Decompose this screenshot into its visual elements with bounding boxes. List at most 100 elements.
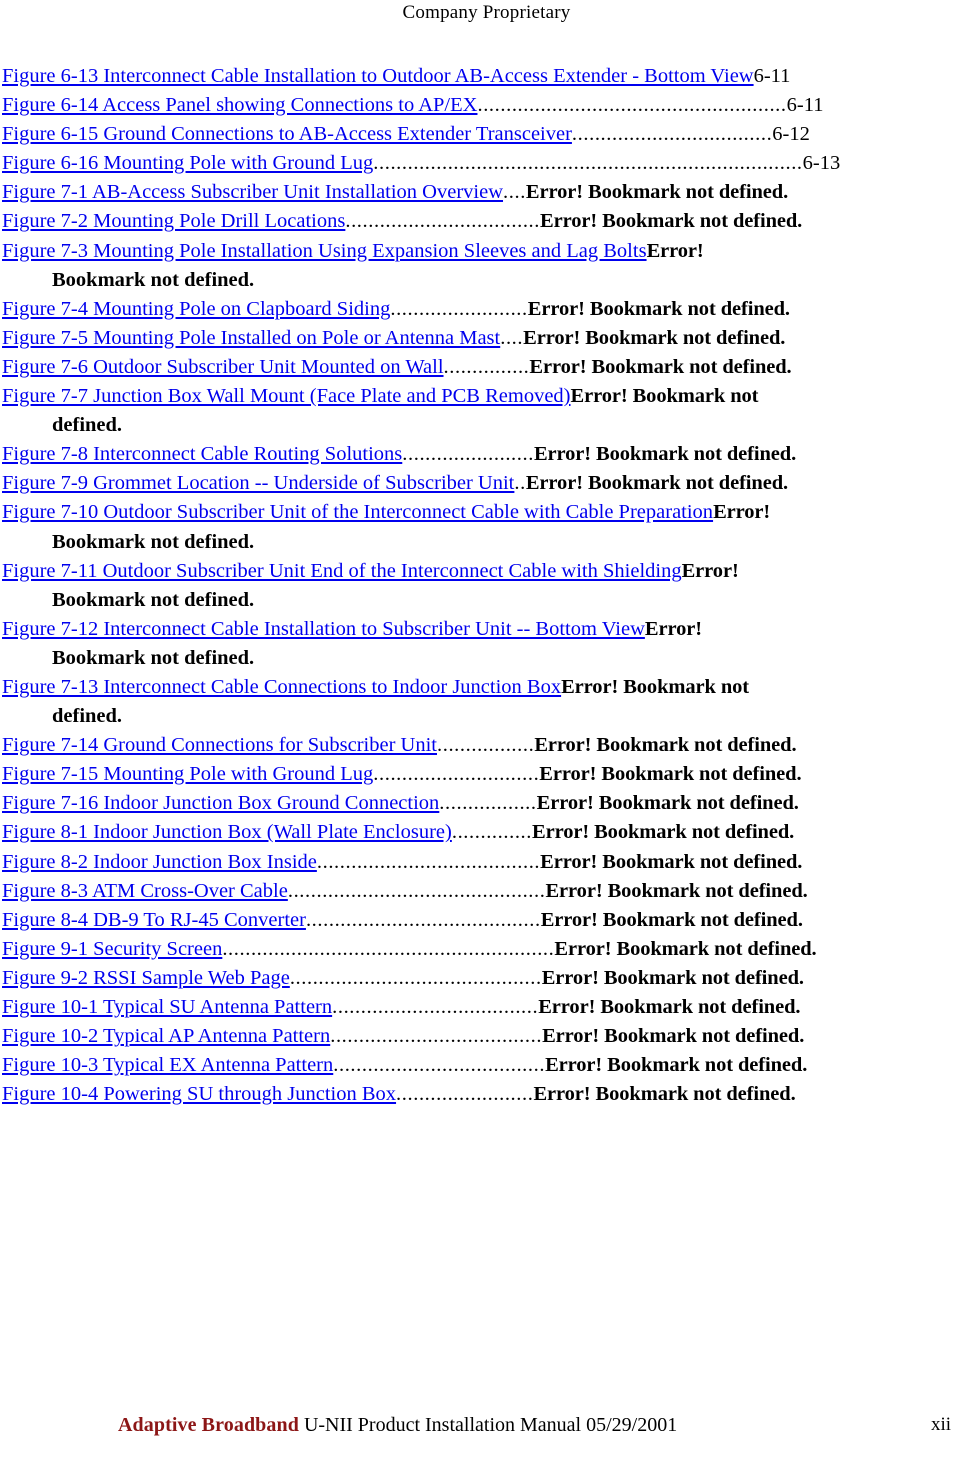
tof-dot-leader: ..................................: [345, 210, 541, 233]
tof-entry: Figure 7-1 AB-Access Subscriber Unit Ins…: [0, 178, 971, 207]
tof-entry: Figure 10-1 Typical SU Antenna Pattern..…: [0, 993, 971, 1022]
tof-entry: Figure 6-15 Ground Connections to AB-Acc…: [0, 120, 971, 149]
page-header: Company Proprietary: [402, 2, 571, 23]
tof-dot-leader: .......................: [402, 443, 534, 466]
tof-figure-link[interactable]: Figure 10-1 Typical SU Antenna Pattern: [2, 996, 332, 1018]
tof-figure-link[interactable]: Figure 7-4 Mounting Pole on Clapboard Si…: [2, 298, 390, 320]
tof-dot-leader: ...................................: [571, 123, 773, 146]
tof-entry: Figure 7-9 Grommet Location -- Underside…: [0, 469, 971, 498]
tof-figure-link[interactable]: Figure 8-4 DB-9 To RJ-45 Converter: [2, 909, 306, 931]
tof-error-text: Error!: [644, 617, 702, 640]
tof-entry: Figure 7-13 Interconnect Cable Connectio…: [0, 673, 971, 731]
tof-error-text: Error! Bookmark not defined.: [523, 326, 786, 349]
tof-figure-link[interactable]: Figure 6-14 Access Panel showing Connect…: [2, 94, 477, 116]
tof-error-text: Error! Bookmark not defined.: [536, 792, 799, 815]
tof-dot-leader: ........................................…: [477, 94, 787, 117]
tof-figure-link[interactable]: Figure 7-16 Indoor Junction Box Ground C…: [2, 792, 439, 814]
tof-entry: Figure 10-4 Powering SU through Junction…: [0, 1080, 971, 1109]
tof-figure-link[interactable]: Figure 7-9 Grommet Location -- Underside…: [2, 472, 514, 494]
tof-error-continuation: Bookmark not defined.: [52, 530, 255, 553]
tof-figure-link[interactable]: Figure 10-2 Typical AP Antenna Pattern: [2, 1025, 330, 1047]
tof-figure-link[interactable]: Figure 7-2 Mounting Pole Drill Locations: [2, 210, 345, 232]
tof-entry: Figure 7-5 Mounting Pole Installed on Po…: [0, 324, 971, 353]
tof-entry: Figure 10-2 Typical AP Antenna Pattern..…: [0, 1022, 971, 1051]
tof-error-continuation: defined.: [52, 705, 123, 728]
tof-entry: Figure 7-10 Outdoor Subscriber Unit of t…: [0, 498, 971, 556]
tof-error-text: Error! Bookmark not: [570, 385, 759, 408]
tof-dot-leader: ........................: [396, 1083, 534, 1106]
tof-figure-link[interactable]: Figure 10-3 Typical EX Antenna Pattern: [2, 1054, 333, 1076]
tof-entry: Figure 7-4 Mounting Pole on Clapboard Si…: [0, 295, 971, 324]
tof-figure-link[interactable]: Figure 6-13 Interconnect Cable Installat…: [2, 65, 754, 87]
tof-error-text: Error! Bookmark not defined.: [541, 966, 804, 989]
tof-figure-link[interactable]: Figure 7-13 Interconnect Cable Connectio…: [2, 676, 561, 698]
tof-dot-leader: .............................: [373, 763, 540, 786]
tof-error-text: Error! Bookmark not defined.: [533, 1083, 796, 1106]
tof-figure-link[interactable]: Figure 7-7 Junction Box Wall Mount (Face…: [2, 385, 571, 407]
tof-entry: Figure 7-8 Interconnect Cable Routing So…: [0, 440, 971, 469]
tof-figure-link[interactable]: Figure 8-3 ATM Cross-Over Cable: [2, 880, 288, 902]
tof-error-continuation: Bookmark not defined.: [52, 646, 255, 669]
tof-dot-leader: ...............: [443, 355, 530, 378]
tof-page-number: 6-12: [772, 123, 810, 146]
tof-error-text: Error! Bookmark not defined.: [538, 996, 801, 1018]
tof-error-text: Error! Bookmark not defined.: [554, 937, 817, 960]
tof-figure-link[interactable]: Figure 7-14 Ground Connections for Subsc…: [2, 734, 437, 756]
tof-error-text: Error! Bookmark not defined.: [534, 734, 797, 757]
document-page: Company Proprietary Figure 6-13 Intercon…: [0, 0, 973, 1465]
tof-dot-leader: .................: [437, 734, 535, 757]
tof-figure-link[interactable]: Figure 10-4 Powering SU through Junction…: [2, 1083, 396, 1105]
tof-figure-link[interactable]: Figure 9-1 Security Screen: [2, 938, 222, 960]
tof-dot-leader: .....................................: [333, 1054, 546, 1077]
tof-dot-leader: ....................................: [332, 996, 539, 1018]
footer-left-block: Adaptive Broadband U-NII Product Install…: [118, 1412, 677, 1438]
tof-entry: Figure 7-7 Junction Box Wall Mount (Face…: [0, 382, 971, 440]
page-number: xii: [930, 1414, 951, 1435]
tof-figure-link[interactable]: Figure 7-5 Mounting Pole Installed on Po…: [2, 327, 500, 349]
tof-figure-link[interactable]: Figure 7-15 Mounting Pole with Ground Lu…: [2, 763, 373, 785]
tof-error-text: Error! Bookmark not defined.: [540, 210, 803, 233]
tof-entry: Figure 6-14 Access Panel showing Connect…: [0, 91, 971, 120]
tof-figure-link[interactable]: Figure 9-2 RSSI Sample Web Page: [2, 967, 290, 989]
tof-entry: Figure 8-3 ATM Cross-Over Cable.........…: [0, 877, 971, 906]
tof-entry: Figure 9-1 Security Screen..............…: [0, 935, 971, 964]
tof-error-text: Error! Bookmark not defined.: [527, 297, 790, 320]
tof-figure-link[interactable]: Figure 7-6 Outdoor Subscriber Unit Mount…: [2, 356, 444, 378]
tof-dot-leader: ........................................…: [305, 908, 541, 931]
tof-figure-link[interactable]: Figure 7-8 Interconnect Cable Routing So…: [2, 443, 402, 465]
tof-figure-link[interactable]: Figure 7-3 Mounting Pole Installation Us…: [2, 240, 647, 262]
tof-error-text: Error!: [646, 239, 704, 262]
tof-error-continuation: Bookmark not defined.: [52, 268, 255, 291]
tof-entry: Figure 7-16 Indoor Junction Box Ground C…: [0, 789, 971, 818]
tof-entry: Figure 7-11 Outdoor Subscriber Unit End …: [0, 557, 971, 615]
tof-figure-link[interactable]: Figure 7-12 Interconnect Cable Installat…: [2, 618, 645, 640]
tof-dot-leader: ..............: [451, 821, 532, 844]
tof-entry: Figure 7-6 Outdoor Subscriber Unit Mount…: [0, 353, 971, 382]
tof-entry: Figure 7-12 Interconnect Cable Installat…: [0, 615, 971, 673]
tof-entry: Figure 10-3 Typical EX Antenna Pattern..…: [0, 1051, 971, 1080]
tof-figure-link[interactable]: Figure 7-10 Outdoor Subscriber Unit of t…: [2, 501, 713, 523]
tof-entry: Figure 7-2 Mounting Pole Drill Locations…: [0, 207, 971, 236]
tof-error-text: Error! Bookmark not defined.: [525, 181, 789, 204]
tof-error-text: Error! Bookmark not defined.: [545, 1054, 808, 1077]
tof-dot-leader: .................: [439, 792, 537, 815]
tof-dot-leader: ..: [514, 472, 526, 495]
tof-error-text: Error! Bookmark not defined.: [539, 763, 802, 786]
tof-error-text: Error! Bookmark not defined.: [545, 879, 808, 902]
tof-dot-leader: ........................................…: [289, 966, 542, 989]
tof-figure-link[interactable]: Figure 8-1 Indoor Junction Box (Wall Pla…: [2, 821, 452, 843]
tof-entry: Figure 8-4 DB-9 To RJ-45 Converter......…: [0, 906, 971, 935]
tof-figure-link[interactable]: Figure 6-16 Mounting Pole with Ground Lu…: [2, 152, 373, 174]
tof-figure-link[interactable]: Figure 7-1 AB-Access Subscriber Unit Ins…: [2, 181, 503, 203]
tof-figure-link[interactable]: Figure 8-2 Indoor Junction Box Inside: [2, 851, 317, 873]
tof-entry: Figure 7-15 Mounting Pole with Ground Lu…: [0, 760, 971, 789]
footer-manual-title: U-NII Product Installation Manual 05/29/…: [303, 1414, 678, 1436]
tof-error-text: Error! Bookmark not defined.: [540, 850, 803, 873]
tof-page-number: 6-11: [786, 94, 824, 117]
tof-error-continuation: defined.: [52, 414, 123, 437]
tof-figure-link[interactable]: Figure 6-15 Ground Connections to AB-Acc…: [2, 123, 572, 145]
tof-figure-link[interactable]: Figure 7-11 Outdoor Subscriber Unit End …: [2, 560, 682, 582]
table-of-figures: Figure 6-13 Interconnect Cable Installat…: [2, 62, 971, 1109]
tof-entry: Figure 8-2 Indoor Junction Box Inside...…: [0, 848, 971, 877]
tof-error-continuation: Bookmark not defined.: [52, 588, 255, 611]
